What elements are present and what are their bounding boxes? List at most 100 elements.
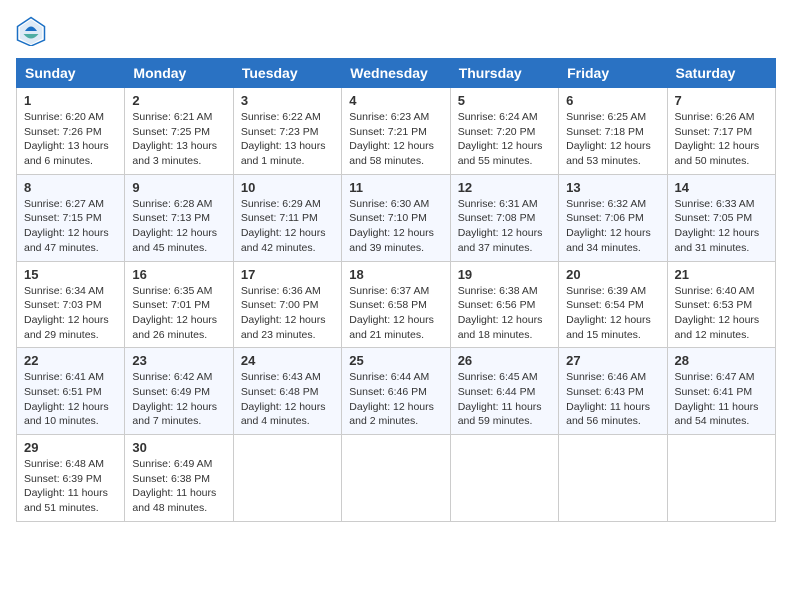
calendar-week-row: 22 Sunrise: 6:41 AM Sunset: 6:51 PM Dayl…	[17, 348, 776, 435]
day-header-wednesday: Wednesday	[342, 59, 450, 88]
sunset-label: Sunset: 6:48 PM	[241, 386, 319, 398]
calendar-cell: 19 Sunrise: 6:38 AM Sunset: 6:56 PM Dayl…	[450, 261, 558, 348]
day-number: 13	[566, 180, 659, 195]
day-info: Sunrise: 6:47 AM Sunset: 6:41 PM Dayligh…	[675, 370, 768, 429]
day-info: Sunrise: 6:20 AM Sunset: 7:26 PM Dayligh…	[24, 110, 117, 169]
day-number: 5	[458, 93, 551, 108]
day-number: 2	[132, 93, 225, 108]
sunrise-label: Sunrise: 6:24 AM	[458, 111, 538, 123]
calendar-cell: 8 Sunrise: 6:27 AM Sunset: 7:15 PM Dayli…	[17, 174, 125, 261]
day-info: Sunrise: 6:49 AM Sunset: 6:38 PM Dayligh…	[132, 457, 225, 516]
day-info: Sunrise: 6:36 AM Sunset: 7:00 PM Dayligh…	[241, 284, 334, 343]
sunset-label: Sunset: 7:05 PM	[675, 212, 753, 224]
sunset-label: Sunset: 6:43 PM	[566, 386, 644, 398]
day-number: 10	[241, 180, 334, 195]
daylight-label: Daylight: 11 hours and 48 minutes.	[132, 487, 216, 514]
daylight-label: Daylight: 12 hours and 34 minutes.	[566, 227, 651, 254]
sunrise-label: Sunrise: 6:40 AM	[675, 285, 755, 297]
daylight-label: Daylight: 13 hours and 3 minutes.	[132, 140, 217, 167]
day-number: 17	[241, 267, 334, 282]
day-number: 9	[132, 180, 225, 195]
daylight-label: Daylight: 12 hours and 2 minutes.	[349, 401, 434, 428]
calendar-cell: 3 Sunrise: 6:22 AM Sunset: 7:23 PM Dayli…	[233, 88, 341, 175]
daylight-label: Daylight: 12 hours and 15 minutes.	[566, 314, 651, 341]
calendar-cell: 13 Sunrise: 6:32 AM Sunset: 7:06 PM Dayl…	[559, 174, 667, 261]
day-header-sunday: Sunday	[17, 59, 125, 88]
day-number: 29	[24, 440, 117, 455]
sunset-label: Sunset: 6:41 PM	[675, 386, 753, 398]
sunrise-label: Sunrise: 6:42 AM	[132, 371, 212, 383]
day-info: Sunrise: 6:22 AM Sunset: 7:23 PM Dayligh…	[241, 110, 334, 169]
sunset-label: Sunset: 7:06 PM	[566, 212, 644, 224]
sunrise-label: Sunrise: 6:48 AM	[24, 458, 104, 470]
sunset-label: Sunset: 7:13 PM	[132, 212, 210, 224]
day-info: Sunrise: 6:43 AM Sunset: 6:48 PM Dayligh…	[241, 370, 334, 429]
day-number: 4	[349, 93, 442, 108]
daylight-label: Daylight: 12 hours and 58 minutes.	[349, 140, 434, 167]
day-info: Sunrise: 6:31 AM Sunset: 7:08 PM Dayligh…	[458, 197, 551, 256]
calendar-cell: 1 Sunrise: 6:20 AM Sunset: 7:26 PM Dayli…	[17, 88, 125, 175]
day-info: Sunrise: 6:33 AM Sunset: 7:05 PM Dayligh…	[675, 197, 768, 256]
daylight-label: Daylight: 12 hours and 31 minutes.	[675, 227, 760, 254]
day-number: 25	[349, 353, 442, 368]
sunset-label: Sunset: 6:39 PM	[24, 473, 102, 485]
calendar-header-row: SundayMondayTuesdayWednesdayThursdayFrid…	[17, 59, 776, 88]
calendar-cell: 23 Sunrise: 6:42 AM Sunset: 6:49 PM Dayl…	[125, 348, 233, 435]
sunset-label: Sunset: 7:18 PM	[566, 126, 644, 138]
day-number: 8	[24, 180, 117, 195]
sunrise-label: Sunrise: 6:23 AM	[349, 111, 429, 123]
calendar-cell	[450, 435, 558, 522]
calendar-cell: 15 Sunrise: 6:34 AM Sunset: 7:03 PM Dayl…	[17, 261, 125, 348]
day-number: 23	[132, 353, 225, 368]
calendar-cell: 22 Sunrise: 6:41 AM Sunset: 6:51 PM Dayl…	[17, 348, 125, 435]
day-info: Sunrise: 6:37 AM Sunset: 6:58 PM Dayligh…	[349, 284, 442, 343]
sunset-label: Sunset: 6:58 PM	[349, 299, 427, 311]
daylight-label: Daylight: 12 hours and 12 minutes.	[675, 314, 760, 341]
page-header	[16, 16, 776, 46]
day-number: 11	[349, 180, 442, 195]
calendar-cell: 30 Sunrise: 6:49 AM Sunset: 6:38 PM Dayl…	[125, 435, 233, 522]
daylight-label: Daylight: 12 hours and 29 minutes.	[24, 314, 109, 341]
calendar-cell: 10 Sunrise: 6:29 AM Sunset: 7:11 PM Dayl…	[233, 174, 341, 261]
daylight-label: Daylight: 13 hours and 1 minute.	[241, 140, 326, 167]
daylight-label: Daylight: 12 hours and 42 minutes.	[241, 227, 326, 254]
day-info: Sunrise: 6:24 AM Sunset: 7:20 PM Dayligh…	[458, 110, 551, 169]
sunrise-label: Sunrise: 6:47 AM	[675, 371, 755, 383]
calendar-cell	[233, 435, 341, 522]
day-info: Sunrise: 6:40 AM Sunset: 6:53 PM Dayligh…	[675, 284, 768, 343]
logo-icon	[16, 16, 46, 46]
logo	[16, 16, 50, 46]
day-info: Sunrise: 6:41 AM Sunset: 6:51 PM Dayligh…	[24, 370, 117, 429]
sunset-label: Sunset: 7:11 PM	[241, 212, 318, 224]
day-number: 15	[24, 267, 117, 282]
daylight-label: Daylight: 12 hours and 39 minutes.	[349, 227, 434, 254]
day-info: Sunrise: 6:48 AM Sunset: 6:39 PM Dayligh…	[24, 457, 117, 516]
day-info: Sunrise: 6:27 AM Sunset: 7:15 PM Dayligh…	[24, 197, 117, 256]
day-number: 21	[675, 267, 768, 282]
calendar-week-row: 1 Sunrise: 6:20 AM Sunset: 7:26 PM Dayli…	[17, 88, 776, 175]
sunrise-label: Sunrise: 6:43 AM	[241, 371, 321, 383]
day-info: Sunrise: 6:28 AM Sunset: 7:13 PM Dayligh…	[132, 197, 225, 256]
calendar-cell: 24 Sunrise: 6:43 AM Sunset: 6:48 PM Dayl…	[233, 348, 341, 435]
calendar-week-row: 29 Sunrise: 6:48 AM Sunset: 6:39 PM Dayl…	[17, 435, 776, 522]
day-number: 7	[675, 93, 768, 108]
day-info: Sunrise: 6:32 AM Sunset: 7:06 PM Dayligh…	[566, 197, 659, 256]
sunrise-label: Sunrise: 6:26 AM	[675, 111, 755, 123]
daylight-label: Daylight: 11 hours and 54 minutes.	[675, 401, 759, 428]
day-header-saturday: Saturday	[667, 59, 775, 88]
daylight-label: Daylight: 12 hours and 45 minutes.	[132, 227, 217, 254]
sunrise-label: Sunrise: 6:36 AM	[241, 285, 321, 297]
sunset-label: Sunset: 7:26 PM	[24, 126, 102, 138]
sunset-label: Sunset: 6:49 PM	[132, 386, 210, 398]
day-info: Sunrise: 6:44 AM Sunset: 6:46 PM Dayligh…	[349, 370, 442, 429]
sunrise-label: Sunrise: 6:44 AM	[349, 371, 429, 383]
sunset-label: Sunset: 6:46 PM	[349, 386, 427, 398]
day-header-monday: Monday	[125, 59, 233, 88]
day-info: Sunrise: 6:25 AM Sunset: 7:18 PM Dayligh…	[566, 110, 659, 169]
day-number: 12	[458, 180, 551, 195]
calendar-cell: 14 Sunrise: 6:33 AM Sunset: 7:05 PM Dayl…	[667, 174, 775, 261]
daylight-label: Daylight: 12 hours and 47 minutes.	[24, 227, 109, 254]
calendar-cell: 9 Sunrise: 6:28 AM Sunset: 7:13 PM Dayli…	[125, 174, 233, 261]
day-number: 16	[132, 267, 225, 282]
sunrise-label: Sunrise: 6:34 AM	[24, 285, 104, 297]
